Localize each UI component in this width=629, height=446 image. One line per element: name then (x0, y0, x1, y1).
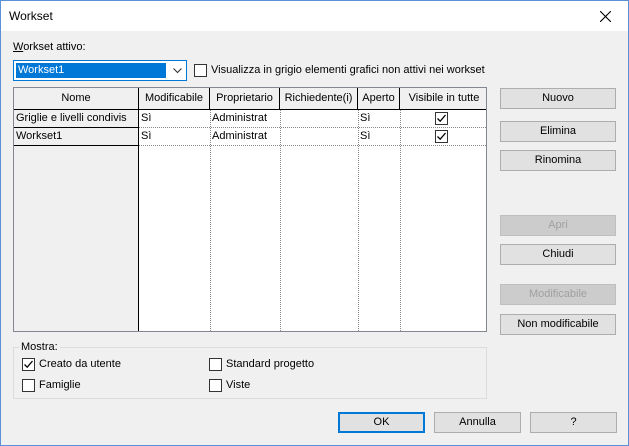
cell-open[interactable]: Sì (358, 128, 400, 145)
close-workset-button[interactable]: Chiudi (500, 244, 616, 265)
cell-owner: Administrat (212, 112, 268, 124)
workset-table: Nome Modificabile Proprietario Richieden… (13, 87, 487, 332)
cell-name[interactable]: Griglie e livelli condivis (14, 110, 138, 127)
project-standards-checkbox[interactable] (209, 358, 222, 371)
checkmark-icon (24, 360, 33, 369)
cell-name[interactable]: Workset1 (14, 128, 138, 145)
user-created-checkbox[interactable] (22, 358, 35, 371)
user-created-label: Creato da utente (39, 358, 121, 370)
column-header-name[interactable]: Nome (14, 88, 139, 110)
new-button[interactable]: Nuovo (500, 88, 616, 109)
cell-visible-checkbox[interactable] (435, 112, 448, 125)
delete-button[interactable]: Elimina (500, 121, 616, 142)
checkmark-icon (437, 114, 446, 123)
cancel-button[interactable]: Annulla (434, 412, 521, 433)
views-checkbox[interactable] (209, 379, 222, 392)
column-header-visible[interactable]: Visibile in tutte (400, 88, 486, 110)
cell-editable[interactable]: Sì (139, 128, 210, 145)
close-window-button[interactable] (582, 1, 628, 31)
ok-button-label: OK (373, 416, 390, 428)
checkmark-icon (437, 132, 446, 141)
cell-visible-checkbox[interactable] (435, 130, 448, 143)
help-button[interactable]: ? (530, 412, 617, 433)
cell-editable[interactable]: Sì (139, 110, 210, 127)
non-editable-button-label: Non modificabile (517, 318, 599, 330)
cancel-button-label: Annulla (459, 416, 496, 428)
column-header-open[interactable]: Aperto (358, 88, 400, 110)
cell-requesters (280, 128, 358, 145)
active-workset-label: Workset attivo: (13, 41, 86, 53)
help-button-label: ? (570, 416, 577, 428)
families-checkbox[interactable] (22, 379, 35, 392)
window-title: Workset (9, 9, 53, 23)
ok-button[interactable]: OK (338, 412, 425, 433)
delete-button-label: Elimina (539, 125, 577, 137)
close-button-label: Chiudi (542, 248, 574, 260)
project-standards-label: Standard progetto (226, 358, 315, 370)
cell-owner: Administrat (212, 130, 268, 142)
cell-requesters (280, 110, 358, 127)
open-button[interactable]: Apri (500, 215, 616, 236)
new-button-label: Nuovo (542, 92, 574, 104)
show-group (13, 347, 487, 399)
rename-button[interactable]: Rinomina (500, 150, 616, 171)
active-workset-dropdown[interactable]: Workset1 (13, 60, 187, 81)
column-header-requesters[interactable]: Richiedente(i) (280, 88, 358, 110)
column-header-owner[interactable]: Proprietario (210, 88, 280, 110)
table-row[interactable]: Workset1 Sì Administrat Sì (14, 128, 486, 146)
close-icon (599, 10, 611, 22)
title-bar: Workset (1, 1, 628, 31)
non-editable-button[interactable]: Non modificabile (500, 314, 616, 335)
table-header: Nome Modificabile Proprietario Richieden… (14, 88, 486, 110)
table-row[interactable]: Griglie e livelli condivis Sì Administra… (14, 110, 486, 128)
views-label: Viste (226, 379, 251, 391)
rename-button-label: Rinomina (534, 154, 582, 166)
families-label: Famiglie (39, 379, 81, 391)
open-button-label: Apri (548, 219, 568, 231)
gray-inactive-checkbox[interactable] (194, 64, 207, 77)
cell-open[interactable]: Sì (358, 110, 400, 127)
chevron-down-icon[interactable] (168, 61, 186, 80)
editable-button-label: Modificabile (528, 288, 588, 300)
show-group-title: Mostra: (19, 341, 60, 353)
column-header-editable[interactable]: Modificabile (139, 88, 210, 110)
editable-button[interactable]: Modificabile (500, 284, 616, 305)
workset-dialog: Workset Workset attivo: Workset1 Visuali… (0, 0, 629, 446)
active-workset-label-rest: orkset attivo: (23, 41, 86, 53)
active-workset-value: Workset1 (16, 63, 166, 78)
active-workset-label-accel: W (13, 41, 24, 53)
gray-inactive-label: Visualizza in grigio elementi grafici no… (211, 64, 485, 76)
